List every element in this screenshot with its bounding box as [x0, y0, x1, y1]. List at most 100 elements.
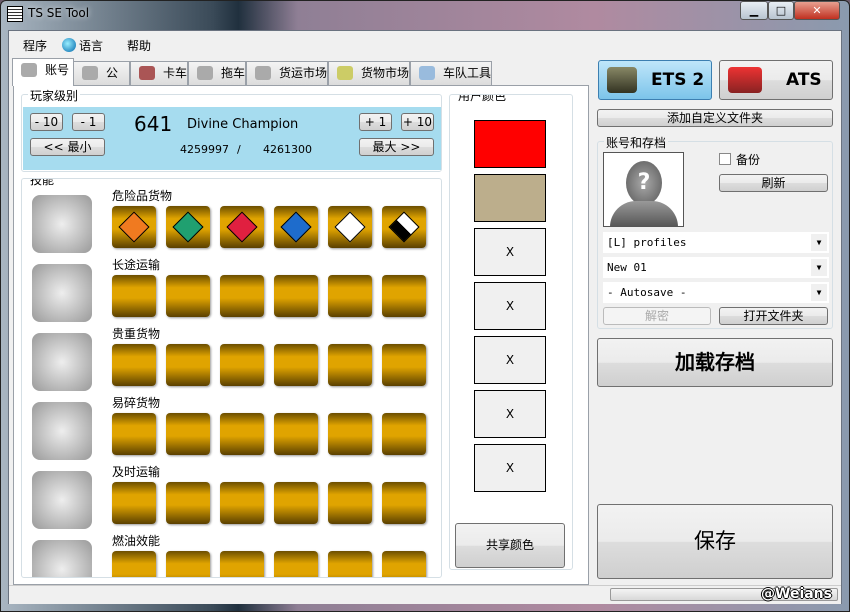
skill-level-button[interactable] — [382, 344, 426, 386]
skill-level-button[interactable] — [274, 275, 318, 317]
skill-level-button[interactable] — [220, 482, 264, 524]
skill-level-button[interactable] — [328, 206, 372, 248]
skill-level-button[interactable] — [166, 551, 210, 577]
decrypt-button[interactable]: 解密 — [603, 307, 711, 325]
color-swatch[interactable] — [474, 120, 546, 168]
trailer-icon — [197, 66, 213, 80]
backup-label: 备份 — [736, 153, 761, 167]
skill-level-button[interactable] — [328, 275, 372, 317]
plus-10-button[interactable]: + 10 — [401, 113, 434, 131]
cargo-market-icon — [337, 66, 353, 80]
skill-level-button[interactable] — [274, 482, 318, 524]
ets2-truck-icon — [607, 67, 637, 93]
min-level-button[interactable]: << 最小 — [30, 138, 105, 156]
minus-1-button[interactable]: - 1 — [72, 113, 105, 131]
player-level-title: 玩家级别 — [28, 87, 81, 104]
skill-icon — [32, 471, 92, 529]
skill-level-button[interactable] — [274, 206, 318, 248]
client-area: 程序 语言 帮助 账号 公司 卡车 拖车 货运市场 货物市场 车队工具 玩家级别… — [8, 30, 842, 604]
ets2-button[interactable]: ETS 2 — [598, 60, 712, 100]
minimize-button[interactable]: ▁ — [740, 1, 768, 20]
ats-button[interactable]: ATS — [719, 60, 833, 100]
menu-language[interactable]: 语言 — [62, 37, 103, 54]
skill-level-button[interactable] — [166, 206, 210, 248]
hazard-label-icon — [334, 211, 366, 243]
add-custom-folder-button[interactable]: 添加自定义文件夹 — [597, 109, 833, 127]
profiles-folder-select[interactable]: [L] profiles ▼ — [603, 232, 829, 253]
skill-level-button[interactable] — [220, 206, 264, 248]
skill-level-button[interactable] — [112, 206, 156, 248]
xp-next: 4261300 — [263, 143, 312, 156]
skills-group: 技能 危险品货物 长途运输 贵重货物 易碎货物 及时运输 燃油效能 — [21, 178, 442, 578]
freight-market-icon — [255, 66, 271, 80]
hazard-label-icon — [226, 211, 258, 243]
rank-name: Divine Champion — [187, 117, 299, 132]
tab-trailer[interactable]: 拖车 — [188, 61, 246, 85]
tab-company[interactable]: 公司 — [73, 61, 130, 102]
tab-convoy-tools[interactable]: 车队工具 — [410, 61, 492, 85]
skill-level-button[interactable] — [382, 413, 426, 455]
skill-level-button[interactable] — [328, 413, 372, 455]
tab-freight-market[interactable]: 货运市场 — [246, 61, 328, 85]
minus-10-button[interactable]: - 10 — [30, 113, 63, 131]
skill-level-button[interactable] — [382, 482, 426, 524]
skill-level-button[interactable] — [166, 413, 210, 455]
color-swatch[interactable]: X — [474, 282, 546, 330]
company-icon — [82, 66, 98, 80]
profile-group: 账号和存档 ? 备份 刷新 [L] profiles ▼ New 01 ▼ - Au… — [597, 134, 833, 329]
skill-level-button[interactable] — [382, 551, 426, 577]
skill-icon — [32, 195, 92, 253]
open-folder-button[interactable]: 打开文件夹 — [719, 307, 828, 325]
convoy-tools-icon — [419, 66, 435, 80]
player-level-group: 玩家级别 - 10 - 1 << 最小 641 Divine Champion … — [21, 87, 442, 172]
level-value: 641 — [134, 112, 173, 136]
skill-level-button[interactable] — [328, 551, 372, 577]
status-bar: @Weians — [9, 585, 841, 604]
skill-label: 贵重货物 — [112, 327, 161, 341]
backup-checkbox[interactable] — [719, 153, 731, 165]
color-swatch[interactable]: X — [474, 228, 546, 276]
tab-cargo-market[interactable]: 货物市场 — [328, 61, 410, 85]
profile-select[interactable]: New 01 ▼ — [603, 257, 829, 278]
maximize-button[interactable]: □ — [768, 1, 794, 20]
skill-level-button[interactable] — [220, 344, 264, 386]
tab-account[interactable]: 账号 — [12, 58, 74, 86]
color-swatch[interactable]: X — [474, 336, 546, 384]
color-swatch[interactable] — [474, 174, 546, 222]
skill-level-button[interactable] — [220, 413, 264, 455]
skill-level-button[interactable] — [328, 482, 372, 524]
skill-level-button[interactable] — [274, 551, 318, 577]
color-swatch[interactable]: X — [474, 444, 546, 492]
menu-program[interactable]: 程序 — [23, 37, 47, 54]
skill-level-button[interactable] — [112, 551, 156, 577]
app-icon — [7, 6, 23, 22]
skill-level-button[interactable] — [274, 413, 318, 455]
skill-level-button[interactable] — [220, 551, 264, 577]
skill-level-button[interactable] — [220, 275, 264, 317]
skill-level-button[interactable] — [328, 344, 372, 386]
skill-level-button[interactable] — [166, 344, 210, 386]
skill-level-button[interactable] — [112, 344, 156, 386]
skill-level-button[interactable] — [274, 344, 318, 386]
skill-level-button[interactable] — [112, 413, 156, 455]
tab-truck[interactable]: 卡车 — [130, 61, 188, 85]
skill-level-button[interactable] — [112, 275, 156, 317]
refresh-button[interactable]: 刷新 — [719, 174, 828, 192]
save-select[interactable]: - Autosave - ▼ — [603, 282, 829, 303]
skill-level-button[interactable] — [112, 482, 156, 524]
skill-level-button[interactable] — [166, 482, 210, 524]
share-colors-button[interactable]: 共享颜色 — [455, 523, 565, 568]
watermark: @Weians — [761, 586, 832, 602]
load-save-button[interactable]: 加载存档 — [597, 338, 833, 387]
skill-level-button[interactable] — [382, 206, 426, 248]
max-level-button[interactable]: 最大 >> — [359, 138, 434, 156]
skill-level-button[interactable] — [382, 275, 426, 317]
skill-label: 及时运输 — [112, 465, 161, 479]
plus-1-button[interactable]: + 1 — [359, 113, 392, 131]
color-swatch[interactable]: X — [474, 390, 546, 438]
skill-level-button[interactable] — [166, 275, 210, 317]
menu-help[interactable]: 帮助 — [127, 37, 151, 54]
save-button[interactable]: 保存 — [597, 504, 833, 579]
close-button[interactable]: ✕ — [794, 1, 840, 20]
truck-icon — [139, 66, 155, 80]
